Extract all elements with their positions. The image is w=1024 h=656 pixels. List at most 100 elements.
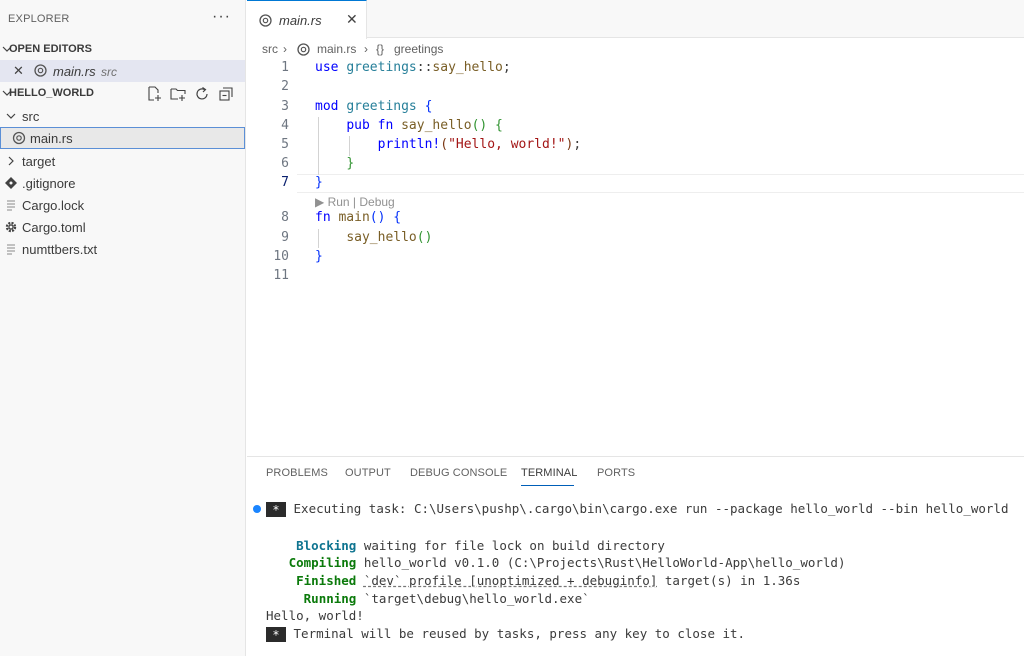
task-star-badge: * (266, 627, 286, 642)
code-token: say_hello (401, 118, 472, 133)
open-editors-label: OPEN EDITORS (9, 43, 92, 55)
tree-item-label: Cargo.lock (22, 198, 85, 213)
code-line-8: fn main() { (315, 210, 401, 225)
code-line-9: say_hello() (315, 230, 432, 245)
terminal-line-output: Hello, world! (266, 608, 364, 623)
text-file-icon (7, 200, 15, 211)
refresh-icon[interactable] (193, 85, 211, 103)
terminal-text: `target\debug\hello_world.exe` (363, 591, 590, 606)
breadcrumb-folder[interactable]: src (262, 42, 278, 56)
chevron-right-icon (8, 156, 14, 166)
terminal-line-blocking: Blocking waiting for file lock on build … (266, 538, 665, 553)
code-token: :: (416, 60, 433, 75)
tree-item-label: src (22, 109, 40, 124)
tree-file-cargo-toml[interactable]: Cargo.toml (0, 216, 245, 238)
line-number: 7 (281, 175, 289, 190)
code-token: { (424, 99, 433, 114)
rust-file-icon (297, 43, 310, 56)
rust-file-icon (34, 64, 47, 77)
terminal-status-word: Blocking (296, 538, 357, 553)
more-actions-icon[interactable]: ··· (212, 8, 231, 26)
explorer-title: EXPLORER (8, 13, 70, 25)
run-debug-codelens[interactable]: ▶ Run | Debug (315, 195, 395, 209)
code-token: say_hello (432, 60, 503, 75)
line-number: 4 (281, 118, 289, 133)
terminal-status-word: Compiling (288, 555, 357, 570)
explorer-sidebar: EXPLORER ··· OPEN EDITORS ✕ main.rs src … (0, 0, 246, 656)
code-token: println! (377, 137, 441, 152)
current-line-highlight (297, 174, 1024, 193)
task-status-dot (253, 505, 261, 513)
code-token: ; (502, 60, 511, 75)
tree-file-gitignore[interactable]: .gitignore (0, 172, 245, 194)
code-token: () (471, 118, 488, 133)
code-line-7: } (315, 175, 323, 190)
line-number: 5 (281, 137, 289, 152)
code-token: greetings (346, 99, 417, 114)
tree-item-label: target (22, 154, 56, 169)
tree-folder-target[interactable]: target (0, 150, 245, 172)
line-number: 3 (281, 99, 289, 114)
editor-tab-bar: main.rs ✕ (247, 0, 1024, 39)
collapse-all-icon[interactable] (217, 85, 235, 103)
code-line-4: pub fn say_hello() { (315, 118, 503, 133)
terminal-text: waiting for file lock on build directory (363, 538, 665, 553)
code-line-3: mod greetings { (315, 99, 432, 114)
tree-file-cargo-lock[interactable]: Cargo.lock (0, 194, 245, 216)
task-star-badge: * (266, 502, 286, 517)
line-number: 10 (273, 249, 289, 264)
open-editors-header[interactable]: OPEN EDITORS (0, 38, 245, 60)
terminal-status-word: Running (303, 591, 357, 606)
tab-label: main.rs (279, 13, 322, 28)
close-icon[interactable]: ✕ (13, 63, 24, 79)
terminal-text: Terminal will be reused by tasks, press … (293, 626, 746, 641)
breadcrumb-symbol[interactable]: greetings (394, 42, 443, 56)
tree-folder-src[interactable]: src (0, 105, 245, 127)
tree-file-main-rs[interactable]: main.rs (0, 127, 245, 149)
gear-icon (5, 221, 17, 233)
chevron-down-icon (6, 113, 16, 119)
new-file-icon[interactable] (145, 85, 163, 103)
terminal-output[interactable]: * Executing task: C:\Users\pushp\.cargo\… (253, 457, 1024, 656)
terminal-line-compiling: Compiling hello_world v0.1.0 (C:\Project… (266, 555, 846, 570)
code-token: fn (377, 118, 394, 133)
project-name: HELLO_WORLD (9, 87, 94, 99)
open-editor-dir: src (101, 65, 117, 79)
code-token: fn (315, 210, 331, 225)
code-token: { (495, 118, 503, 133)
bottom-panel: PROBLEMS OUTPUT DEBUG CONSOLE TERMINAL P… (247, 456, 1024, 656)
line-number: 2 (281, 79, 289, 94)
breadcrumb-file[interactable]: main.rs (317, 42, 356, 56)
text-file-icon (7, 244, 15, 255)
open-editor-filename: main.rs (53, 64, 96, 79)
close-icon[interactable]: ✕ (346, 11, 358, 28)
tree-file-numttbers[interactable]: numttbers.txt (0, 238, 245, 260)
explorer-header: EXPLORER ··· (0, 0, 245, 40)
new-folder-icon[interactable] (169, 85, 187, 103)
code-token: "Hello, world!" (448, 137, 566, 152)
tab-main-rs[interactable]: main.rs ✕ (247, 0, 367, 39)
code-line-1: use greetings::say_hello; (315, 60, 511, 75)
code-token: mod (315, 99, 339, 114)
code-token: } (346, 156, 355, 171)
code-token: () (416, 230, 433, 245)
tree-item-label: .gitignore (22, 176, 76, 191)
terminal-line-running: Running `target\debug\hello_world.exe` (266, 591, 590, 606)
code-token: () (369, 210, 386, 225)
tree-item-label: numttbers.txt (22, 242, 98, 257)
terminal-line-finished: Finished `dev` profile [unoptimized + de… (266, 573, 800, 588)
rust-file-icon (259, 14, 272, 27)
code-line-5: println!("Hello, world!"); (315, 137, 582, 152)
rust-file-icon (12, 131, 26, 145)
terminal-profile: `dev` profile [unoptimized + debuginfo] (363, 573, 658, 588)
terminal-text: hello_world v0.1.0 (C:\Projects\Rust\Hel… (363, 555, 846, 570)
code-token: } (315, 175, 323, 190)
code-editor[interactable]: 1 2 3 4 5 6 7 8 9 10 11 use greetings::say_hello; … (247, 58, 1024, 456)
breadcrumb-separator: › (364, 42, 368, 56)
line-number: 8 (281, 210, 289, 225)
line-number: 11 (273, 268, 289, 283)
terminal-line-task: * Executing task: C:\Users\pushp\.cargo\… (266, 501, 1008, 517)
project-actions (145, 85, 237, 103)
open-editor-item[interactable]: ✕ main.rs src (0, 60, 245, 82)
code-token: ( (440, 137, 449, 152)
